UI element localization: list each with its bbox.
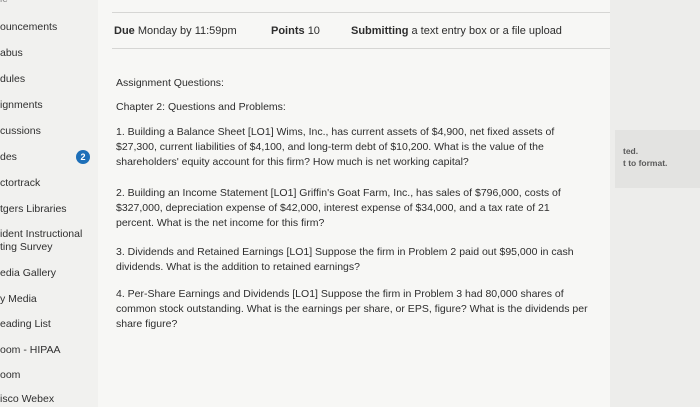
top-divider (112, 12, 610, 13)
points-value: 10 (307, 25, 320, 37)
nav-grades[interactable]: des (0, 151, 17, 163)
nav-student-instructional[interactable]: ident Instructional (0, 228, 82, 241)
nav-zoom-hipaa[interactable]: oom - HIPAA (0, 344, 61, 356)
nav-syllabus[interactable]: abus (0, 47, 23, 59)
status-line-2: t to format. (623, 158, 668, 168)
question-1: 1. Building a Balance Sheet [LO1] Wims, … (116, 126, 555, 168)
right-side-panel: ted. t to format. (610, 0, 700, 407)
nav-rutgers-libraries[interactable]: tgers Libraries (0, 203, 67, 215)
status-line-1: ted. (623, 146, 639, 156)
nav-media-gallery[interactable]: edia Gallery (0, 267, 56, 279)
nav-reading-list[interactable]: eading List (0, 318, 51, 330)
submission-status-box: ted. t to format. (615, 130, 700, 188)
nav-proctortrack[interactable]: ctortrack (0, 177, 40, 189)
question-2: 2. Building an Income Statement [LO1] Gr… (116, 187, 561, 229)
nav-zoom[interactable]: oom (0, 369, 20, 381)
meta-divider (112, 48, 610, 49)
nav-assignments[interactable]: ignments (0, 99, 43, 111)
submitting-type: Submitting a text entry box or a file up… (351, 25, 562, 37)
points: Points 10 (271, 25, 320, 37)
nav-my-media[interactable]: y Media (0, 293, 37, 305)
grades-count-badge: 2 (76, 150, 90, 164)
nav-announcements[interactable]: ouncements (0, 21, 57, 33)
question-4: 4. Per-Share Earnings and Dividends [LO1… (116, 288, 588, 330)
due-label: Due (114, 25, 135, 37)
submitting-label: Submitting (351, 25, 409, 37)
chapter-heading: Chapter 2: Questions and Problems: (116, 101, 286, 113)
nav-discussions[interactable]: cussions (0, 125, 41, 137)
assignment-content: Due Monday by 11:59pm Points 10 Submitti… (98, 0, 610, 407)
due-value: Monday by 11:59pm (137, 25, 237, 37)
nav-top-fragment: ie (0, 0, 8, 5)
question-3: 3. Dividends and Retained Earnings [LO1]… (116, 246, 574, 273)
nav-cisco-webex[interactable]: isco Webex (0, 393, 54, 405)
nav-modules[interactable]: dules (0, 73, 25, 85)
points-label: Points (271, 25, 305, 37)
assignment-heading: Assignment Questions: (116, 77, 224, 89)
nav-rating-survey[interactable]: ting Survey (0, 241, 53, 254)
course-navigation: ie ouncements abus dules ignments cussio… (0, 0, 98, 407)
due-date: Due Monday by 11:59pm (114, 25, 237, 37)
submitting-value: a text entry box or a file upload (411, 25, 562, 37)
